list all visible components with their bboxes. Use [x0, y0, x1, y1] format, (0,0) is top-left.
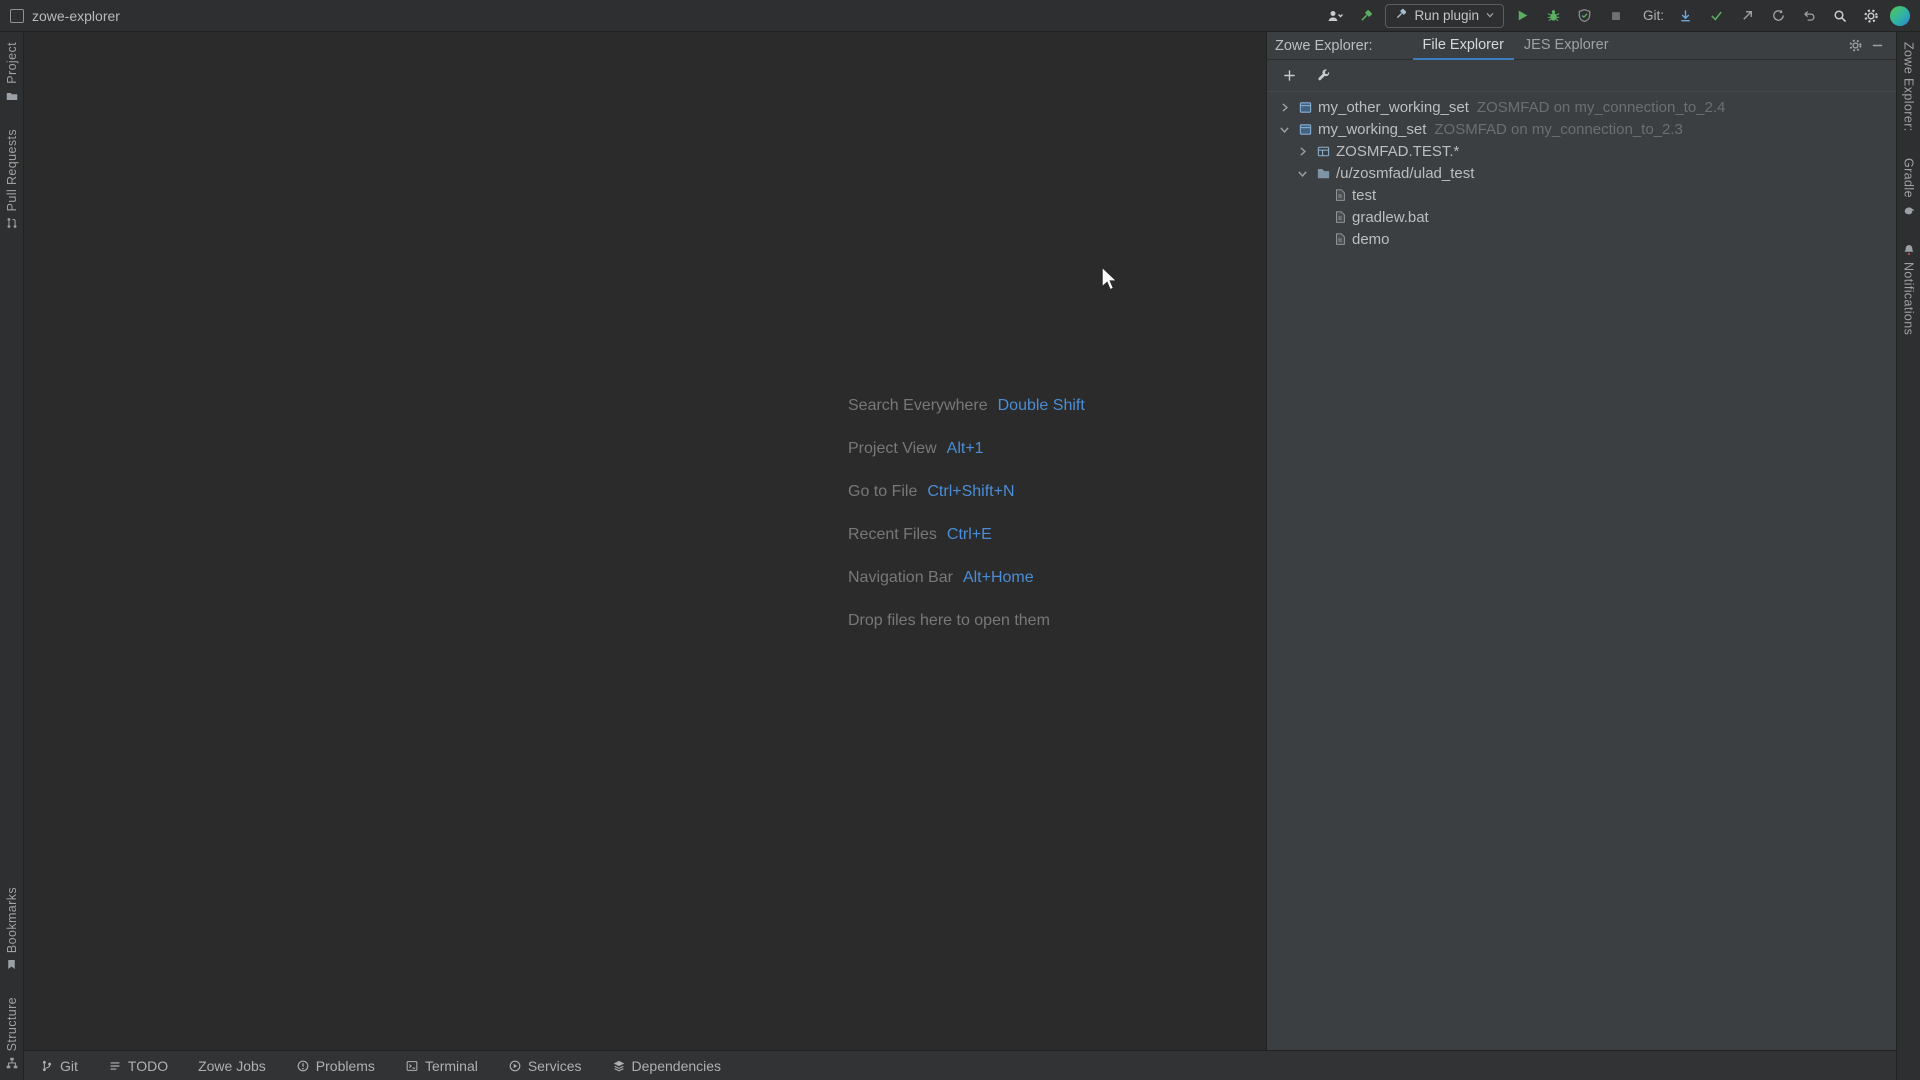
settings-gear-icon[interactable]: [1859, 4, 1883, 28]
run-configuration-select[interactable]: Run plugin: [1385, 4, 1504, 28]
file-icon: [1331, 231, 1348, 248]
window-title: zowe-explorer: [32, 8, 120, 24]
tool-button-project[interactable]: Project: [5, 42, 19, 103]
file-icon: [1331, 187, 1348, 204]
run-configuration-label: Run plugin: [1414, 8, 1479, 23]
tree-item-my-working-set[interactable]: my_working_set ZOSMFAD on my_connection_…: [1267, 118, 1896, 140]
tab-file-explorer[interactable]: File Explorer: [1413, 32, 1514, 60]
working-set-icon: [1297, 121, 1314, 138]
add-working-set-button[interactable]: [1279, 66, 1299, 86]
git-toolbar-label: Git:: [1643, 8, 1664, 23]
tool-button-notifications[interactable]: Notifications: [1902, 243, 1916, 335]
tool-button-structure[interactable]: Structure: [5, 997, 19, 1070]
hint-drop-files: Drop files here to open them: [848, 599, 1085, 642]
editor-area: Search Everywhere Double Shift Project V…: [24, 32, 1266, 1050]
undo-button[interactable]: [1797, 4, 1821, 28]
run-with-coverage-button[interactable]: [1573, 4, 1597, 28]
chevron-right-icon[interactable]: [1275, 98, 1293, 116]
tool-button-zowe-explorer[interactable]: Zowe Explorer:: [1895, 42, 1920, 132]
bottom-tool-bar: Git TODO Zowe Jobs Problems Terminal: [24, 1050, 1896, 1080]
chevron-down-icon: [1485, 8, 1495, 23]
chevron-down-icon[interactable]: [1275, 120, 1293, 138]
file-icon: [1331, 209, 1348, 226]
folder-icon: [5, 89, 19, 103]
working-set-icon: [1297, 99, 1314, 116]
user-avatar[interactable]: [1890, 6, 1910, 26]
folder-icon: [1315, 165, 1332, 182]
tool-button-problems[interactable]: Problems: [296, 1051, 375, 1080]
problems-icon: [296, 1059, 310, 1073]
run-button[interactable]: [1511, 4, 1535, 28]
code-with-me-icon[interactable]: [1323, 4, 1347, 28]
terminal-icon: [405, 1059, 419, 1073]
tool-button-bookmarks[interactable]: Bookmarks: [5, 887, 19, 971]
tool-button-services[interactable]: Services: [508, 1051, 582, 1080]
right-tool-stripe: Zowe Explorer: Gradle Notifications: [1896, 32, 1920, 1080]
bell-icon: [1902, 243, 1916, 257]
chevron-down-icon[interactable]: [1293, 164, 1311, 182]
services-icon: [508, 1059, 522, 1073]
tool-button-git[interactable]: Git: [40, 1051, 78, 1080]
search-everywhere-icon[interactable]: [1828, 4, 1852, 28]
tool-button-dependencies[interactable]: Dependencies: [612, 1051, 722, 1080]
tree-item-dataset-mask[interactable]: ZOSMFAD.TEST.*: [1267, 140, 1896, 162]
debug-button[interactable]: [1542, 4, 1566, 28]
panel-hide-icon[interactable]: [1866, 35, 1888, 57]
git-update-button[interactable]: [1673, 4, 1697, 28]
file-explorer-tree: my_other_working_set ZOSMFAD on my_conne…: [1267, 92, 1896, 250]
hint-recent-files: Recent Files Ctrl+E: [848, 513, 1085, 556]
ide-window: zowe-explorer Run plugin: [0, 0, 1920, 1080]
app-icon: [10, 9, 24, 23]
hint-search-everywhere: Search Everywhere Double Shift: [848, 384, 1085, 427]
tree-item-uss-path[interactable]: /u/zosmfad/ulad_test: [1267, 162, 1896, 184]
history-button[interactable]: [1766, 4, 1790, 28]
tree-item-demo[interactable]: demo: [1267, 228, 1896, 250]
git-branch-icon: [40, 1059, 54, 1073]
bookmark-icon: [5, 958, 18, 971]
git-commit-button[interactable]: [1704, 4, 1728, 28]
panel-title: Zowe Explorer:: [1275, 38, 1373, 54]
tree-item-my-other-working-set[interactable]: my_other_working_set ZOSMFAD on my_conne…: [1267, 96, 1896, 118]
gradle-icon: [1902, 203, 1916, 217]
mouse-cursor: [1100, 266, 1118, 292]
tool-button-todo[interactable]: TODO: [108, 1051, 168, 1080]
panel-header: Zowe Explorer: File Explorer JES Explore…: [1267, 32, 1896, 60]
hammer-icon: [1394, 7, 1408, 24]
tool-button-terminal[interactable]: Terminal: [405, 1051, 478, 1080]
dataset-icon: [1315, 143, 1332, 160]
dependencies-icon: [612, 1059, 626, 1073]
structure-icon: [5, 1056, 19, 1070]
tool-button-zowe-jobs[interactable]: Zowe Jobs: [198, 1051, 266, 1080]
title-bar: zowe-explorer Run plugin: [0, 0, 1920, 32]
panel-settings-gear-icon[interactable]: [1844, 35, 1866, 57]
tab-jes-explorer[interactable]: JES Explorer: [1514, 32, 1619, 60]
chevron-right-icon[interactable]: [1293, 142, 1311, 160]
git-push-button[interactable]: [1735, 4, 1759, 28]
tool-button-gradle[interactable]: Gradle: [1902, 158, 1916, 217]
empty-editor-shortcuts: Search Everywhere Double Shift Project V…: [848, 384, 1085, 642]
zowe-explorer-panel: Zowe Explorer: File Explorer JES Explore…: [1266, 32, 1896, 1050]
left-tool-stripe: Project Pull Requests Bookmarks: [0, 32, 24, 1080]
hint-navigation-bar: Navigation Bar Alt+Home: [848, 556, 1085, 599]
panel-wrench-icon[interactable]: [1313, 66, 1333, 86]
tool-button-pull-requests[interactable]: Pull Requests: [0, 129, 26, 230]
tree-item-test[interactable]: test: [1267, 184, 1896, 206]
todo-list-icon: [108, 1059, 122, 1073]
pull-request-icon: [5, 216, 19, 230]
stop-button[interactable]: [1604, 4, 1628, 28]
build-hammer-icon[interactable]: [1354, 4, 1378, 28]
tree-item-gradlew-bat[interactable]: gradlew.bat: [1267, 206, 1896, 228]
panel-toolbar: [1267, 60, 1896, 92]
hint-project-view: Project View Alt+1: [848, 427, 1085, 470]
hint-go-to-file: Go to File Ctrl+Shift+N: [848, 470, 1085, 513]
